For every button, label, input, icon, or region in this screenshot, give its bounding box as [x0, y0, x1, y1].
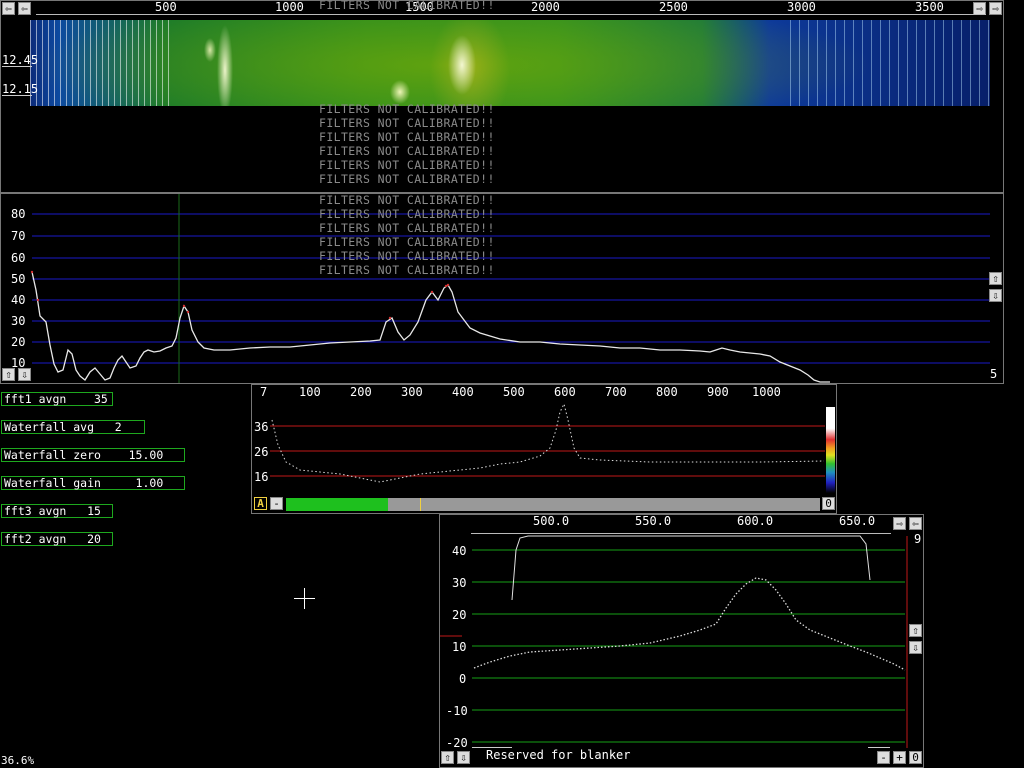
baseband-y-tick: 20	[452, 608, 467, 622]
baseband-corner-value: 9	[914, 532, 922, 546]
baseband-plot	[440, 535, 908, 748]
baseband-y-tick: 30	[452, 576, 467, 590]
crosshair-cursor-icon	[294, 588, 315, 609]
cpu-load-readout: 36.6%	[1, 754, 35, 767]
baseband-y-tick: -10	[446, 704, 468, 718]
baseband-y-tick: 0	[459, 672, 467, 686]
baseband-status-text: Reserved for blanker	[486, 748, 631, 762]
baseband-y-tick: 10	[452, 640, 467, 654]
baseband-minus-button[interactable]: -	[877, 751, 890, 764]
baseband-zoom-up-button[interactable]: ⇧	[441, 751, 454, 764]
baseband-y-tick: 40	[452, 544, 467, 558]
baseband-zoom-down-button[interactable]: ⇩	[457, 751, 470, 764]
baseband-status-bar-right	[868, 747, 890, 748]
baseband-plus-button[interactable]: +	[893, 751, 906, 764]
baseband-scale-up-button[interactable]: ⇧	[909, 624, 922, 637]
baseband-zero-button[interactable]: 0	[909, 751, 922, 764]
baseband-y-tick: -20	[446, 736, 468, 750]
baseband-scale-down-button[interactable]: ⇩	[909, 641, 922, 654]
